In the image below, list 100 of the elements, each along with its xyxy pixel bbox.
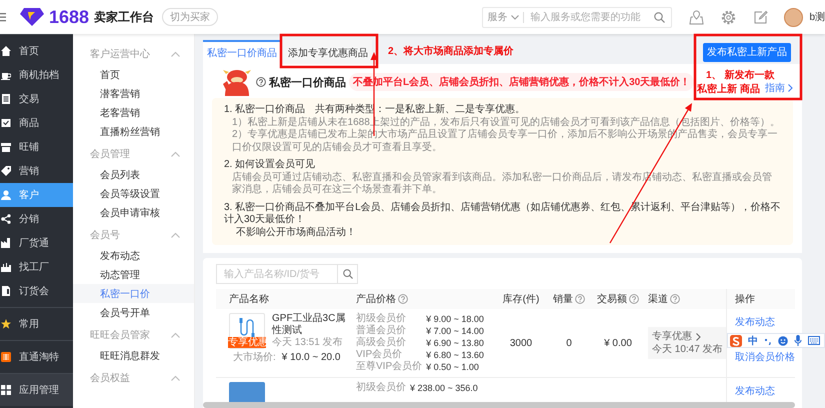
price-tier-label: VIP会员价: [356, 349, 404, 360]
column-header: 产品价格: [356, 292, 396, 306]
input-mode-toggle[interactable]: 中: [748, 334, 758, 348]
publish-button[interactable]: 发布私密上新产品: [703, 42, 791, 62]
punctuation-icon[interactable]: [764, 336, 772, 344]
stock-count: 3000: [510, 338, 532, 348]
column-header: 交易额: [597, 292, 627, 306]
action-link[interactable]: 取消会员价格: [735, 352, 795, 364]
subnav-item[interactable]: 直播粉丝营销: [73, 122, 194, 141]
share-icon: [1, 214, 11, 224]
nav-item[interactable]: 商品: [0, 111, 73, 135]
nav-item[interactable]: 商机拍档: [0, 63, 73, 87]
smiley-icon[interactable]: [778, 336, 788, 346]
factory-icon: [1, 238, 11, 248]
nav-item[interactable]: 营销: [0, 159, 73, 183]
microphone-icon[interactable]: [794, 335, 802, 346]
section-title: 客户运营中心: [90, 48, 150, 61]
search-icon: [342, 269, 352, 279]
market-price-label: 大市场价:: [233, 352, 276, 364]
person-icon: [1, 190, 11, 200]
map-pin-icon[interactable]: [689, 10, 704, 24]
price-tier-label: 高级会员价: [356, 337, 407, 349]
subnav-item[interactable]: 发布动态: [73, 246, 194, 265]
chevron-up-icon[interactable]: [171, 51, 180, 57]
cup-icon: [1, 70, 11, 80]
nav-item[interactable]: 常用: [0, 312, 73, 336]
product-search-input[interactable]: 输入产品名称/ID/货号: [216, 264, 338, 284]
product-name[interactable]: GPF工业品3C属性测试: [272, 313, 350, 337]
settings-icon[interactable]: [721, 10, 736, 24]
section-title: 会员权益: [90, 372, 130, 385]
subnav-item[interactable]: 会员列表: [73, 165, 194, 184]
nav-item[interactable]: 首页: [0, 39, 73, 63]
annotation-text: 私密上新 商品: [697, 84, 760, 96]
subnav-item[interactable]: 会员等级设置: [73, 184, 194, 203]
chevron-up-icon[interactable]: [171, 375, 180, 381]
price-tier-label: 至尊VIP会员价: [356, 361, 422, 373]
home-icon: [1, 46, 11, 56]
trade-amount: ¥ 0.00: [604, 338, 632, 348]
search-button[interactable]: [338, 264, 358, 284]
chevron-down-icon: [511, 14, 520, 20]
star-icon: [1, 319, 11, 329]
cable-icon: [237, 317, 257, 339]
price-range-text: ¥ 9.00 ~ 18.00: [426, 313, 484, 325]
user-name[interactable]: b测: [809, 10, 825, 24]
nav-item[interactable]: 直通淘特: [0, 345, 73, 369]
nav-item[interactable]: 订货会: [0, 279, 73, 303]
menu-icon[interactable]: [0, 12, 6, 22]
bull-mascot-drawing: [222, 68, 252, 96]
keyboard-icon[interactable]: [808, 336, 820, 345]
chevron-up-icon[interactable]: [171, 332, 180, 338]
sales-count: 0: [566, 338, 572, 348]
subnav-item[interactable]: 老客营销: [73, 103, 194, 122]
tab[interactable]: 添加专享优惠商品: [284, 40, 372, 64]
channel-link[interactable]: 专享优惠 今天 10:47 发布: [648, 327, 726, 359]
subnav-item[interactable]: 旺旺消息群发: [73, 346, 194, 365]
app-title: 卖家工作台: [94, 8, 154, 26]
app-square-icon: [1, 352, 11, 362]
price-range-text: ¥ 6.90 ~ 13.80: [426, 337, 484, 349]
help-icon[interactable]: [256, 77, 266, 87]
annotation-text: 2、将大市场商品添加专属价: [388, 46, 514, 58]
price-range-text: ¥ 0.50 ~ 1.00: [426, 361, 480, 373]
publish-time: 今天 13:51 发布: [272, 337, 344, 349]
chevron-up-icon[interactable]: [171, 151, 180, 157]
nav-item[interactable]: 分销: [0, 207, 73, 231]
logo-icon[interactable]: [730, 334, 742, 346]
guide-link[interactable]: 指南: [765, 81, 793, 96]
market-price: ¥ 10.0 ~ 20.0: [282, 352, 340, 364]
nav-item[interactable]: 交易: [0, 87, 73, 111]
subnav-item[interactable]: 会员号开单: [73, 303, 194, 322]
section-title: 旺旺会员管家: [90, 328, 150, 342]
horizontal-scrollbar[interactable]: [203, 402, 795, 408]
section-title: 会员号: [90, 229, 120, 242]
subnav-item[interactable]: 动态管理: [73, 265, 194, 284]
search-icon[interactable]: [654, 12, 666, 22]
column-header: 产品名称: [229, 292, 269, 306]
chevron-up-icon[interactable]: [171, 232, 180, 238]
section-title: 会员管理: [90, 148, 130, 161]
subnav-item[interactable]: 私密一口价: [73, 284, 194, 303]
info-text: 不影响公开市场商品活动！: [235, 226, 357, 239]
column-header: 销量: [553, 293, 573, 306]
subnav-item[interactable]: 首页: [73, 65, 194, 84]
action-link[interactable]: 发布动态: [735, 317, 795, 329]
annotation-text: 1、 新发布一款: [706, 70, 774, 82]
price-range-text: ¥ 238.00 ~ 356.0: [410, 382, 478, 394]
avatar[interactable]: [784, 8, 804, 26]
action-link[interactable]: 发布动态: [735, 386, 795, 398]
subnav-item[interactable]: 潜客营销: [73, 84, 194, 103]
tab[interactable]: 私密一口价商品: [203, 40, 281, 64]
price-range-text: ¥ 7.00 ~ 14.00: [426, 325, 484, 337]
price-range-text: ¥ 6.80 ~ 13.60: [426, 349, 484, 361]
nav-item[interactable]: 找工厂: [0, 255, 73, 279]
diamond-logo-icon[interactable]: [20, 7, 44, 27]
nav-item[interactable]: 厂货通: [0, 231, 73, 255]
info-heading: 2. 如何设置会员可见: [224, 159, 316, 172]
price-tier-label: 初级会员价: [356, 313, 407, 324]
factory-icon: [1, 262, 11, 272]
edit-icon[interactable]: [753, 10, 768, 24]
price-tier-label: 初级会员价: [356, 382, 406, 394]
subnav-item[interactable]: 会员申请审核: [73, 203, 194, 222]
nav-item[interactable]: 旺铺: [0, 135, 73, 159]
